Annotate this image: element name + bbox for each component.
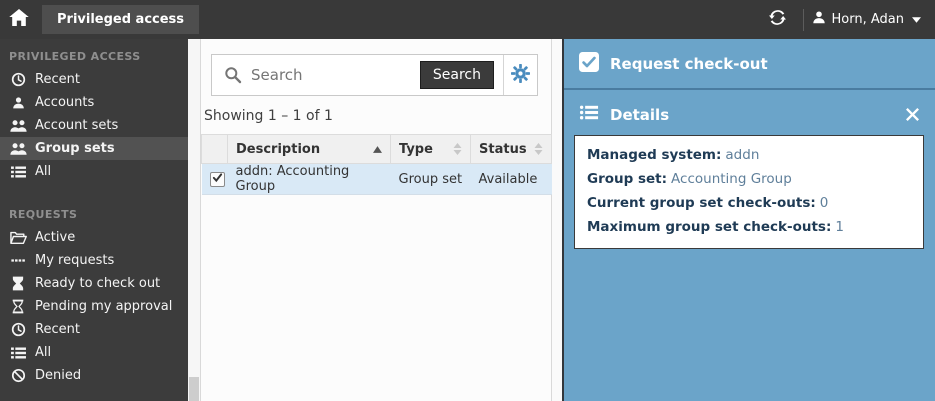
results-count: Showing 1 – 1 of 1 xyxy=(204,108,551,124)
sidebar-item-label: Ready to check out xyxy=(35,276,160,291)
user-icon xyxy=(812,10,826,29)
detail-field-maximum-checkouts: Maximum group set check-outs:1 xyxy=(587,215,911,239)
sidebar-item-recent-requests[interactable]: Recent xyxy=(0,318,188,341)
table-header-row: Description Type Status xyxy=(202,135,552,164)
sort-unsorted-icon xyxy=(534,143,543,155)
users-icon xyxy=(9,119,27,133)
select-column-header[interactable] xyxy=(202,135,228,164)
folder-open-icon xyxy=(9,231,27,245)
sidebar-item-all-access[interactable]: All xyxy=(0,160,188,183)
list-icon xyxy=(9,346,27,360)
clock-icon xyxy=(9,72,27,87)
sidebar-item-label: Active xyxy=(35,230,75,245)
hourglass-icon xyxy=(9,299,27,314)
sidebar-item-recent[interactable]: Recent xyxy=(0,68,188,91)
sort-unsorted-icon xyxy=(453,143,462,155)
sidebar-item-label: My requests xyxy=(35,253,114,268)
sidebar-item-account-sets[interactable]: Account sets xyxy=(0,114,188,137)
close-icon xyxy=(906,108,919,121)
sidebar-item-label: Accounts xyxy=(35,95,94,110)
list-icon xyxy=(579,104,599,125)
column-header-type[interactable]: Type xyxy=(391,135,471,164)
close-details-button[interactable] xyxy=(906,108,919,121)
top-navigation-bar: Privileged access Horn, Adan xyxy=(0,0,935,39)
home-icon xyxy=(9,9,29,30)
sidebar-item-accounts[interactable]: Accounts xyxy=(0,91,188,114)
hourglass-filled-icon xyxy=(9,276,27,291)
sidebar-item-all-requests[interactable]: All xyxy=(0,341,188,364)
sidebar-item-label: All xyxy=(35,164,51,179)
sidebar-nav: PRIVILEGED ACCESS Recent Accounts Accoun… xyxy=(0,39,188,401)
ellipsis-icon xyxy=(9,253,27,268)
search-icon xyxy=(224,66,242,84)
search-input[interactable] xyxy=(251,66,420,84)
privileged-access-button[interactable]: Privileged access xyxy=(42,5,199,34)
check-icon xyxy=(212,172,223,187)
vertical-scrollbar-track[interactable] xyxy=(188,39,200,401)
table-row[interactable]: addn: Accounting Group Group set Availab… xyxy=(202,164,552,195)
refresh-button[interactable] xyxy=(761,9,795,30)
gear-icon xyxy=(511,64,530,87)
sidebar-item-denied[interactable]: Denied xyxy=(0,364,188,387)
detail-field-group-set: Group set:Accounting Group xyxy=(587,167,911,191)
results-panel: Search Showing 1 – 1 of 1 Description xyxy=(200,39,552,401)
details-title: Details xyxy=(610,106,669,124)
sidebar-item-label: Account sets xyxy=(35,118,118,133)
request-checkout-header: Request check-out xyxy=(564,39,935,90)
column-header-status[interactable]: Status xyxy=(471,135,552,164)
ban-icon xyxy=(9,368,27,383)
sort-ascending-icon xyxy=(373,146,382,153)
search-bar: Search xyxy=(211,54,538,96)
sidebar-item-label: Denied xyxy=(35,368,81,383)
search-button[interactable]: Search xyxy=(420,61,494,89)
row-select-cell xyxy=(202,164,228,195)
search-settings-button[interactable] xyxy=(504,64,537,87)
application-window: Privileged access Horn, Adan PRIVILEGED … xyxy=(0,0,935,401)
users-icon xyxy=(9,142,27,156)
cell-status: Available xyxy=(471,164,552,195)
list-icon xyxy=(9,165,27,179)
column-header-description[interactable]: Description xyxy=(228,135,391,164)
user-name: Horn, Adan xyxy=(832,12,904,27)
sidebar-section-privileged-access: PRIVILEGED ACCESS xyxy=(0,39,188,68)
privileged-access-label: Privileged access xyxy=(57,12,184,27)
user-icon xyxy=(9,96,27,110)
sidebar-item-label: Recent xyxy=(35,72,80,87)
detail-field-managed-system: Managed system:addn xyxy=(587,143,911,167)
home-button[interactable] xyxy=(0,0,38,39)
row-checkbox-checked[interactable] xyxy=(210,172,225,187)
details-header: Details xyxy=(564,90,935,134)
cell-description: addn: Accounting Group xyxy=(228,164,391,195)
sidebar-item-active[interactable]: Active xyxy=(0,226,188,249)
user-menu[interactable]: Horn, Adan xyxy=(812,10,935,29)
vertical-scrollbar-thumb[interactable] xyxy=(189,377,199,401)
results-table: Description Type Status xyxy=(201,134,552,195)
sidebar-item-label: Group sets xyxy=(35,141,115,156)
cell-type: Group set xyxy=(391,164,471,195)
request-checkout-pane: Request check-out Details Managed system… xyxy=(562,39,935,401)
pane-title: Request check-out xyxy=(610,55,768,73)
sidebar-item-group-sets[interactable]: Group sets xyxy=(0,137,188,160)
sidebar-item-label: All xyxy=(35,345,51,360)
topbar-divider xyxy=(803,9,804,31)
sidebar-item-pending-my-approval[interactable]: Pending my approval xyxy=(0,295,188,318)
refresh-icon xyxy=(769,9,786,30)
detail-field-current-checkouts: Current group set check-outs:0 xyxy=(587,191,911,215)
details-card: Managed system:addn Group set:Accounting… xyxy=(574,135,924,249)
sidebar-item-label: Recent xyxy=(35,322,80,337)
clock-icon xyxy=(9,322,27,337)
sidebar-item-ready-to-check-out[interactable]: Ready to check out xyxy=(0,272,188,295)
sidebar-item-label: Pending my approval xyxy=(35,299,172,314)
checked-checkbox-icon xyxy=(579,52,599,76)
sidebar-section-requests: REQUESTS xyxy=(0,197,188,226)
sidebar-item-my-requests[interactable]: My requests xyxy=(0,249,188,272)
chevron-down-icon xyxy=(912,12,921,27)
